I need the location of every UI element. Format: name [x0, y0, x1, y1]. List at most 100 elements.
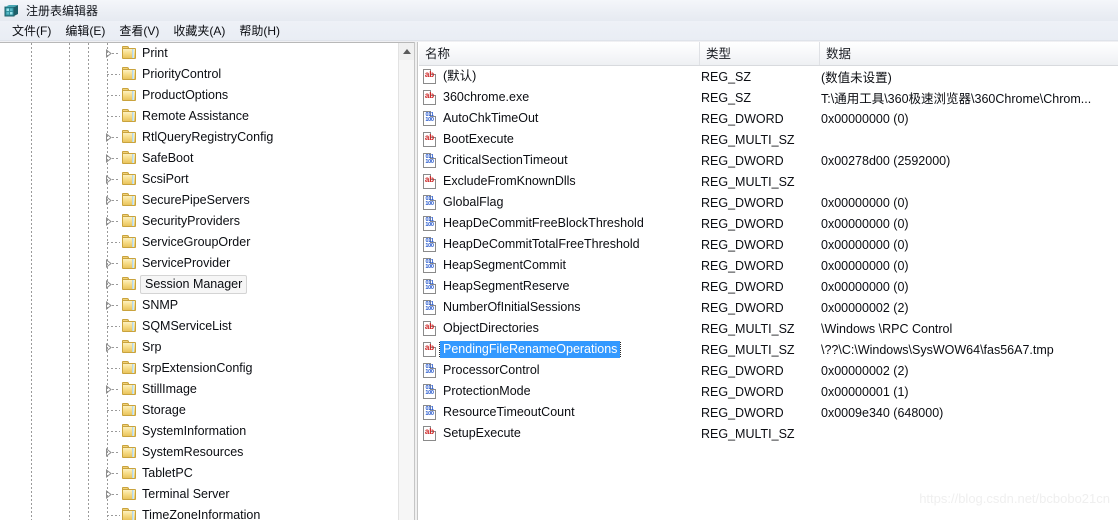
table-row[interactable]: 011 100 AutoChkTimeOut REG_DWORD 0x00000000 … — [419, 108, 1118, 129]
dword-value-icon: 011 100 — [422, 237, 437, 252]
table-row[interactable]: ab BootExecute REG_MULTI_SZ — [419, 129, 1118, 150]
tree-item-serviceprovider[interactable]: ServiceProvider — [0, 253, 398, 274]
tree-connector — [107, 116, 120, 117]
menu-item-edit[interactable]: 编辑(E) — [58, 20, 112, 42]
value-name-cell[interactable]: 011 100 HeapDeCommitTotalFreeThreshold — [419, 236, 700, 253]
tree-scrollbar[interactable] — [398, 43, 414, 520]
tree-item-productoptions[interactable]: ProductOptions — [0, 85, 398, 106]
value-data-cell: (数值未设置) — [821, 71, 892, 85]
tree-item-timezoneinformation[interactable]: TimeZoneInformation — [0, 505, 398, 520]
value-name-cell[interactable]: ab (默认) — [419, 68, 700, 85]
tree-row-container: Print PriorityControl ProductOptions Remote… — [0, 43, 398, 520]
tree-item-servicegrouporder[interactable]: ServiceGroupOrder — [0, 232, 398, 253]
pane-splitter[interactable] — [414, 42, 418, 520]
column-header-name[interactable]: 名称 — [419, 42, 700, 65]
value-name: ResourceTimeoutCount — [443, 405, 575, 419]
value-data-cell: 0x00278d00 (2592000) — [821, 153, 951, 168]
value-name-cell[interactable]: ab SetupExecute — [419, 425, 700, 442]
value-name-cell[interactable]: 011 100 HeapSegmentCommit — [419, 257, 700, 274]
table-row[interactable]: 011 100 HeapDeCommitFreeBlockThreshold REG_… — [419, 213, 1118, 234]
dword-value-icon: 011 100 — [422, 384, 437, 399]
tree-item-systemresources[interactable]: SystemResources — [0, 442, 398, 463]
menu-item-help[interactable]: 帮助(H) — [232, 20, 287, 42]
tree-item-srpextensionconfig[interactable]: SrpExtensionConfig — [0, 358, 398, 379]
table-row[interactable]: ab ExcludeFromKnownDlls REG_MULTI_SZ — [419, 171, 1118, 192]
tree-item-rtlqueryregistryconfig[interactable]: RtlQueryRegistryConfig — [0, 127, 398, 148]
value-name: AutoChkTimeOut — [443, 111, 539, 125]
column-header-type[interactable]: 类型 — [700, 42, 820, 65]
folder-icon — [121, 109, 137, 123]
value-name-cell[interactable]: 011 100 ResourceTimeoutCount — [419, 404, 700, 421]
value-name-cell[interactable]: 011 100 NumberOfInitialSessions — [419, 299, 700, 316]
value-name: HeapSegmentReserve — [443, 279, 570, 293]
string-value-icon: ab — [422, 342, 437, 357]
tree-item-stillimage[interactable]: StillImage — [0, 379, 398, 400]
window-title: 注册表编辑器 — [26, 4, 99, 18]
value-name-cell[interactable]: ab PendingFileRenameOperations — [419, 341, 700, 358]
table-row[interactable]: 011 100 NumberOfInitialSessions REG_DWORD 0x… — [419, 297, 1118, 318]
registry-values-list: ab (默认) REG_SZ (数值未设置) ab 360chrome.exe REG_SZ… — [419, 66, 1118, 444]
value-name-cell[interactable]: ab BootExecute — [419, 131, 700, 148]
tree-item-securepipeservers[interactable]: SecurePipeServers — [0, 190, 398, 211]
tree-item-terminal-server[interactable]: Terminal Server — [0, 484, 398, 505]
tree-item-snmp[interactable]: SNMP — [0, 295, 398, 316]
tree-item-prioritycontrol[interactable]: PriorityControl — [0, 64, 398, 85]
tree-item-scsiport[interactable]: ScsiPort — [0, 169, 398, 190]
table-row[interactable]: 011 100 HeapSegmentReserve REG_DWORD 0x00000… — [419, 276, 1118, 297]
folder-icon — [121, 298, 137, 312]
value-name-cell[interactable]: 011 100 CriticalSectionTimeout — [419, 152, 700, 169]
menu-item-view[interactable]: 查看(V) — [112, 20, 166, 42]
value-data-cell: 0x00000000 (0) — [821, 195, 909, 210]
table-row[interactable]: ab ObjectDirectories REG_MULTI_SZ \Windows … — [419, 318, 1118, 339]
tree-item-session-manager[interactable]: Session Manager — [0, 274, 398, 295]
value-name-cell[interactable]: 011 100 HeapDeCommitFreeBlockThreshold — [419, 215, 700, 232]
folder-icon — [121, 508, 137, 520]
tree-item-tabletpc[interactable]: TabletPC — [0, 463, 398, 484]
value-name-cell[interactable]: 011 100 AutoChkTimeOut — [419, 110, 700, 127]
value-name-cell[interactable]: 011 100 HeapSegmentReserve — [419, 278, 700, 295]
table-row[interactable]: ab (默认) REG_SZ (数值未设置) — [419, 66, 1118, 87]
value-type-cell: REG_SZ — [701, 90, 752, 105]
menu-item-file[interactable]: 文件(F) — [5, 20, 58, 42]
table-row[interactable]: 011 100 ProcessorControl REG_DWORD 0x0000000… — [419, 360, 1118, 381]
scroll-up-arrow-icon[interactable] — [399, 43, 414, 60]
table-row[interactable]: ab PendingFileRenameOperations REG_MULTI_S… — [419, 339, 1118, 360]
menu-item-favorites[interactable]: 收藏夹(A) — [166, 20, 232, 42]
tree-connector — [112, 221, 120, 222]
tree-item-safeboot[interactable]: SafeBoot — [0, 148, 398, 169]
table-row[interactable]: 011 100 HeapSegmentCommit REG_DWORD 0x000000… — [419, 255, 1118, 276]
column-header-data[interactable]: 数据 — [820, 42, 1118, 65]
value-name-cell[interactable]: ab 360chrome.exe — [419, 89, 700, 106]
value-name-cell[interactable]: 011 100 ProcessorControl — [419, 362, 700, 379]
table-row[interactable]: 011 100 ProtectionMode REG_DWORD 0x00000001 … — [419, 381, 1118, 402]
table-row[interactable]: 011 100 GlobalFlag REG_DWORD 0x00000000 (0) — [419, 192, 1118, 213]
tree-item-securityproviders[interactable]: SecurityProviders — [0, 211, 398, 232]
tree-item-label: SNMP — [142, 298, 179, 312]
value-name: ProcessorControl — [443, 363, 540, 377]
tree-item-systeminformation[interactable]: SystemInformation — [0, 421, 398, 442]
tree-item-remote-assistance[interactable]: Remote Assistance — [0, 106, 398, 127]
value-type-cell: REG_MULTI_SZ — [701, 321, 795, 336]
table-row[interactable]: ab 360chrome.exe REG_SZ T:\通用工具\360极速浏览器\36… — [419, 87, 1118, 108]
tree-item-srp[interactable]: Srp — [0, 337, 398, 358]
registry-tree-pane[interactable]: Print PriorityControl ProductOptions Remote… — [0, 42, 414, 520]
tree-item-label: SafeBoot — [142, 151, 194, 165]
tree-item-storage[interactable]: Storage — [0, 400, 398, 421]
value-type-cell: REG_SZ — [701, 69, 752, 84]
registry-values-pane[interactable]: 名称 类型 数据 ab (默认) REG_SZ (数值未设置) ab 360chrome.… — [419, 42, 1118, 520]
title-bar: 注册表编辑器 — [0, 0, 1118, 21]
value-name-cell[interactable]: 011 100 GlobalFlag — [419, 194, 700, 211]
tree-item-print[interactable]: Print — [0, 43, 398, 64]
table-row[interactable]: 011 100 HeapDeCommitTotalFreeThreshold REG_… — [419, 234, 1118, 255]
table-row[interactable]: ab SetupExecute REG_MULTI_SZ — [419, 423, 1118, 444]
tree-connector — [107, 368, 120, 369]
value-name-cell[interactable]: ab ObjectDirectories — [419, 320, 700, 337]
string-value-icon: ab — [422, 69, 437, 84]
tree-item-sqmservicelist[interactable]: SQMServiceList — [0, 316, 398, 337]
value-name-cell[interactable]: 011 100 ProtectionMode — [419, 383, 700, 400]
table-row[interactable]: 011 100 CriticalSectionTimeout REG_DWORD 0x0… — [419, 150, 1118, 171]
value-type-cell: REG_DWORD — [701, 216, 784, 231]
table-row[interactable]: 011 100 ResourceTimeoutCount REG_DWORD 0x000… — [419, 402, 1118, 423]
folder-icon — [121, 319, 137, 333]
value-name-cell[interactable]: ab ExcludeFromKnownDlls — [419, 173, 700, 190]
